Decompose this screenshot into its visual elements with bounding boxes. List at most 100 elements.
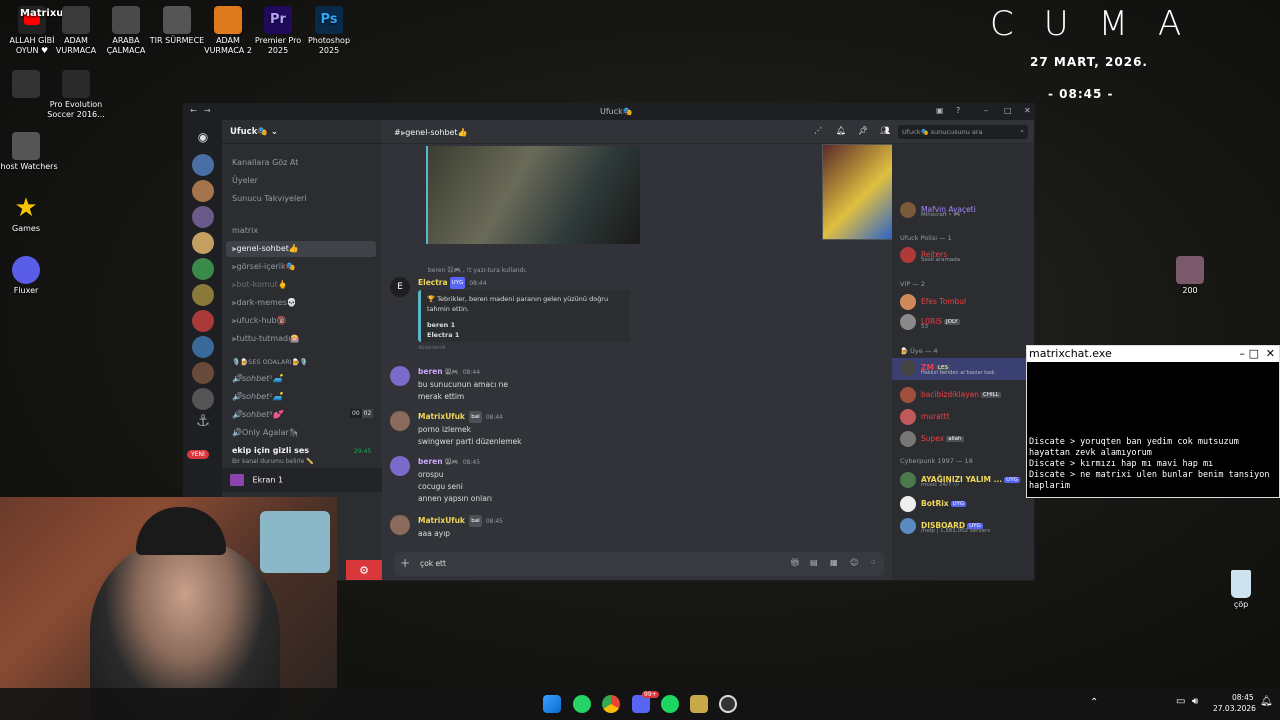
member-top[interactable]: Mafvin Ayaçeti Minecraft • 🎮 <box>900 202 976 218</box>
member-item[interactable]: bacibizdiklayan CHILL <box>900 387 1001 403</box>
desktop-icon-games[interactable]: ★ Games <box>0 194 58 234</box>
obs-icon[interactable] <box>719 695 737 713</box>
volume-icon[interactable]: 🔊︎ <box>1192 696 1198 707</box>
chevron-up-icon[interactable]: ⌃ <box>1090 697 1098 708</box>
desktop-icon-200[interactable]: 200 <box>1158 256 1222 296</box>
voice-channel-only-agalar[interactable]: 🔊Only Agalar🦍 <box>232 428 299 437</box>
server-icon[interactable] <box>192 336 214 358</box>
voice-channel-sohbet1[interactable]: 🔊sohbet¹🛋️ <box>232 374 282 383</box>
attached-image[interactable] <box>426 146 640 244</box>
voice-channel-sohbet3[interactable]: 🔊sohbet³💕 <box>232 410 282 419</box>
beren-avatar[interactable] <box>390 456 410 476</box>
member-list-icon[interactable]: 👥︎ <box>880 126 890 135</box>
server-icon[interactable] <box>192 388 214 410</box>
help-icon[interactable]: ? <box>956 106 960 115</box>
member-item[interactable]: L0RiS JOLY 53 <box>900 314 960 330</box>
server-header[interactable]: Ufuck🎭 ⌄ <box>222 120 382 144</box>
threads-icon[interactable]: ⋰ <box>814 126 822 135</box>
league-icon[interactable] <box>690 695 708 713</box>
channel-gorsel-icerik[interactable]: ⫸görsel-içerik🎭 <box>232 262 296 272</box>
channel-dark-memes[interactable]: ⫸dark-memes💀 <box>232 298 297 308</box>
desktop-icon-recycle-bin[interactable]: çöp <box>1209 570 1273 610</box>
desktop-icon-fluxer[interactable]: Fluxer <box>0 256 58 296</box>
hidden-voice-channel[interactable]: ekip için gizli ses <box>232 446 309 455</box>
taskbar-date[interactable]: 27.03.2026 <box>1213 704 1256 713</box>
forward-arrow-icon[interactable]: → <box>204 106 211 115</box>
back-arrow-icon[interactable]: ← <box>190 106 197 115</box>
bell-icon[interactable]: 🔔︎ <box>836 126 846 135</box>
member-avatar <box>900 518 916 534</box>
sticker-icon[interactable]: ▦ <box>830 558 838 567</box>
whatsapp-icon[interactable] <box>573 695 591 713</box>
server-icon[interactable] <box>192 154 214 176</box>
gift-icon[interactable]: 🎁︎ <box>790 558 800 567</box>
message-author[interactable]: MatrixUfuk <box>418 516 465 525</box>
server-icon[interactable] <box>192 362 214 384</box>
message-author[interactable]: beren <box>418 367 443 376</box>
anchor-icon[interactable]: ⚓ <box>192 410 214 432</box>
channel-tuttu-tutmadi[interactable]: ⫸tuttu-tutmadı🎰 <box>232 334 300 344</box>
user-settings-gear-icon[interactable]: ⚙ <box>346 560 382 580</box>
add-attachment-icon[interactable]: + <box>400 556 410 570</box>
member-item[interactable]: ZM LES Hakkın benden ar'banlar kadı <box>900 360 995 376</box>
members-item[interactable]: Üyeler <box>232 176 258 185</box>
server-boost-item[interactable]: Sunucu Takviyeleri <box>232 194 307 203</box>
minimize-icon[interactable]: – <box>984 106 988 115</box>
server-icon[interactable] <box>192 206 214 228</box>
matrixufuk-avatar[interactable] <box>390 411 410 431</box>
matrixchat-line: Discate > ne matrixi ulen bunlar benim t… <box>1029 470 1270 491</box>
search-input[interactable]: Ufuck🎭 sunucusunu ara ⌕ <box>898 125 1028 139</box>
channel-bot-komut[interactable]: ⫸bot-komut🖕 <box>232 280 288 290</box>
message-author[interactable]: MatrixUfuk <box>418 412 465 421</box>
server-icon[interactable] <box>192 310 214 332</box>
minimize-icon[interactable]: – <box>1240 346 1246 362</box>
member-item[interactable]: BotRix UYG <box>900 496 967 512</box>
member-item[interactable]: Reiters Sesli aramada <box>900 247 960 263</box>
emoji-icon[interactable]: ☺ <box>850 558 858 567</box>
message-composer[interactable]: + çok ett 🎁︎ ▤ ▦ ☺ ⁘ <box>394 552 884 576</box>
member-item[interactable]: DISBOARD UYG /help | 1,562,002 servers <box>900 518 990 534</box>
channel-genel-sohbet[interactable]: ⫸genel-sohbet👍 <box>226 241 376 257</box>
electra-avatar[interactable]: E <box>390 277 410 297</box>
desktop-icon-photoshop[interactable]: Ps Photoshop 2025 <box>297 6 361 56</box>
desktop-icon-label: Pro Evolution Soccer 2016... <box>47 100 105 119</box>
hidden-voice-status[interactable]: Bir kanal durumu belirle ✏️ <box>232 458 314 465</box>
desktop-icon-pes[interactable]: Pro Evolution Soccer 2016... <box>44 70 108 120</box>
voice-channel-sohbet2[interactable]: 🔊sohbet²🛋️ <box>232 392 282 401</box>
windows-start-icon[interactable] <box>543 695 561 713</box>
desktop-icon-ghost-watchers[interactable]: Ghost Watchers <box>0 132 58 172</box>
spotify-icon[interactable] <box>661 695 679 713</box>
apps-icon[interactable]: ⁘ <box>870 558 877 567</box>
server-icon[interactable] <box>192 258 214 280</box>
server-icon[interactable] <box>192 180 214 202</box>
wifi-icon[interactable]: ▭ <box>1176 696 1185 707</box>
browse-channels-item[interactable]: Kanallara Göz At <box>232 158 298 167</box>
matrixufuk-avatar[interactable] <box>390 515 410 535</box>
notification-bell-icon[interactable]: 🔔︎ <box>1260 696 1273 707</box>
maximize-icon[interactable]: □ <box>1249 346 1259 362</box>
edited-note: düzenlendi <box>418 345 446 351</box>
taskbar-time[interactable]: 08:45 <box>1232 693 1254 702</box>
channel-ufuck-hub[interactable]: ⫸ufuck-hub🔞 <box>232 316 287 326</box>
server-icon[interactable] <box>192 284 214 306</box>
server-icon[interactable] <box>192 232 214 254</box>
maximize-icon[interactable]: □ <box>1004 106 1012 115</box>
gif-icon[interactable]: ▤ <box>810 558 818 567</box>
bot-name[interactable]: Electra <box>418 278 448 287</box>
message-author[interactable]: beren <box>418 457 443 466</box>
chrome-icon[interactable] <box>602 695 620 713</box>
member-item[interactable]: Efes Tombul <box>900 294 966 310</box>
inbox-icon[interactable]: ▣ <box>936 106 944 115</box>
pin-icon[interactable]: 📌︎ <box>858 126 868 135</box>
category-matrix[interactable]: matrix <box>232 226 258 235</box>
close-icon[interactable]: ✕ <box>1024 106 1031 115</box>
beren-avatar[interactable] <box>390 366 410 386</box>
member-avatar <box>900 202 916 218</box>
member-item[interactable]: murattt <box>900 409 950 425</box>
screen-share-row[interactable]: Ekran 1 <box>222 468 382 492</box>
voice-category[interactable]: 🎙️🍺SES ODALARI🍺🎙️ <box>232 358 308 366</box>
discord-home-icon[interactable]: ◉ <box>192 126 214 148</box>
member-item[interactable]: AYAĞINIZI YALIM ... UYG music 24/7 🎶 <box>900 472 1020 488</box>
member-item[interactable]: Supex allah <box>900 431 964 447</box>
close-icon[interactable]: ✕ <box>1266 346 1275 362</box>
